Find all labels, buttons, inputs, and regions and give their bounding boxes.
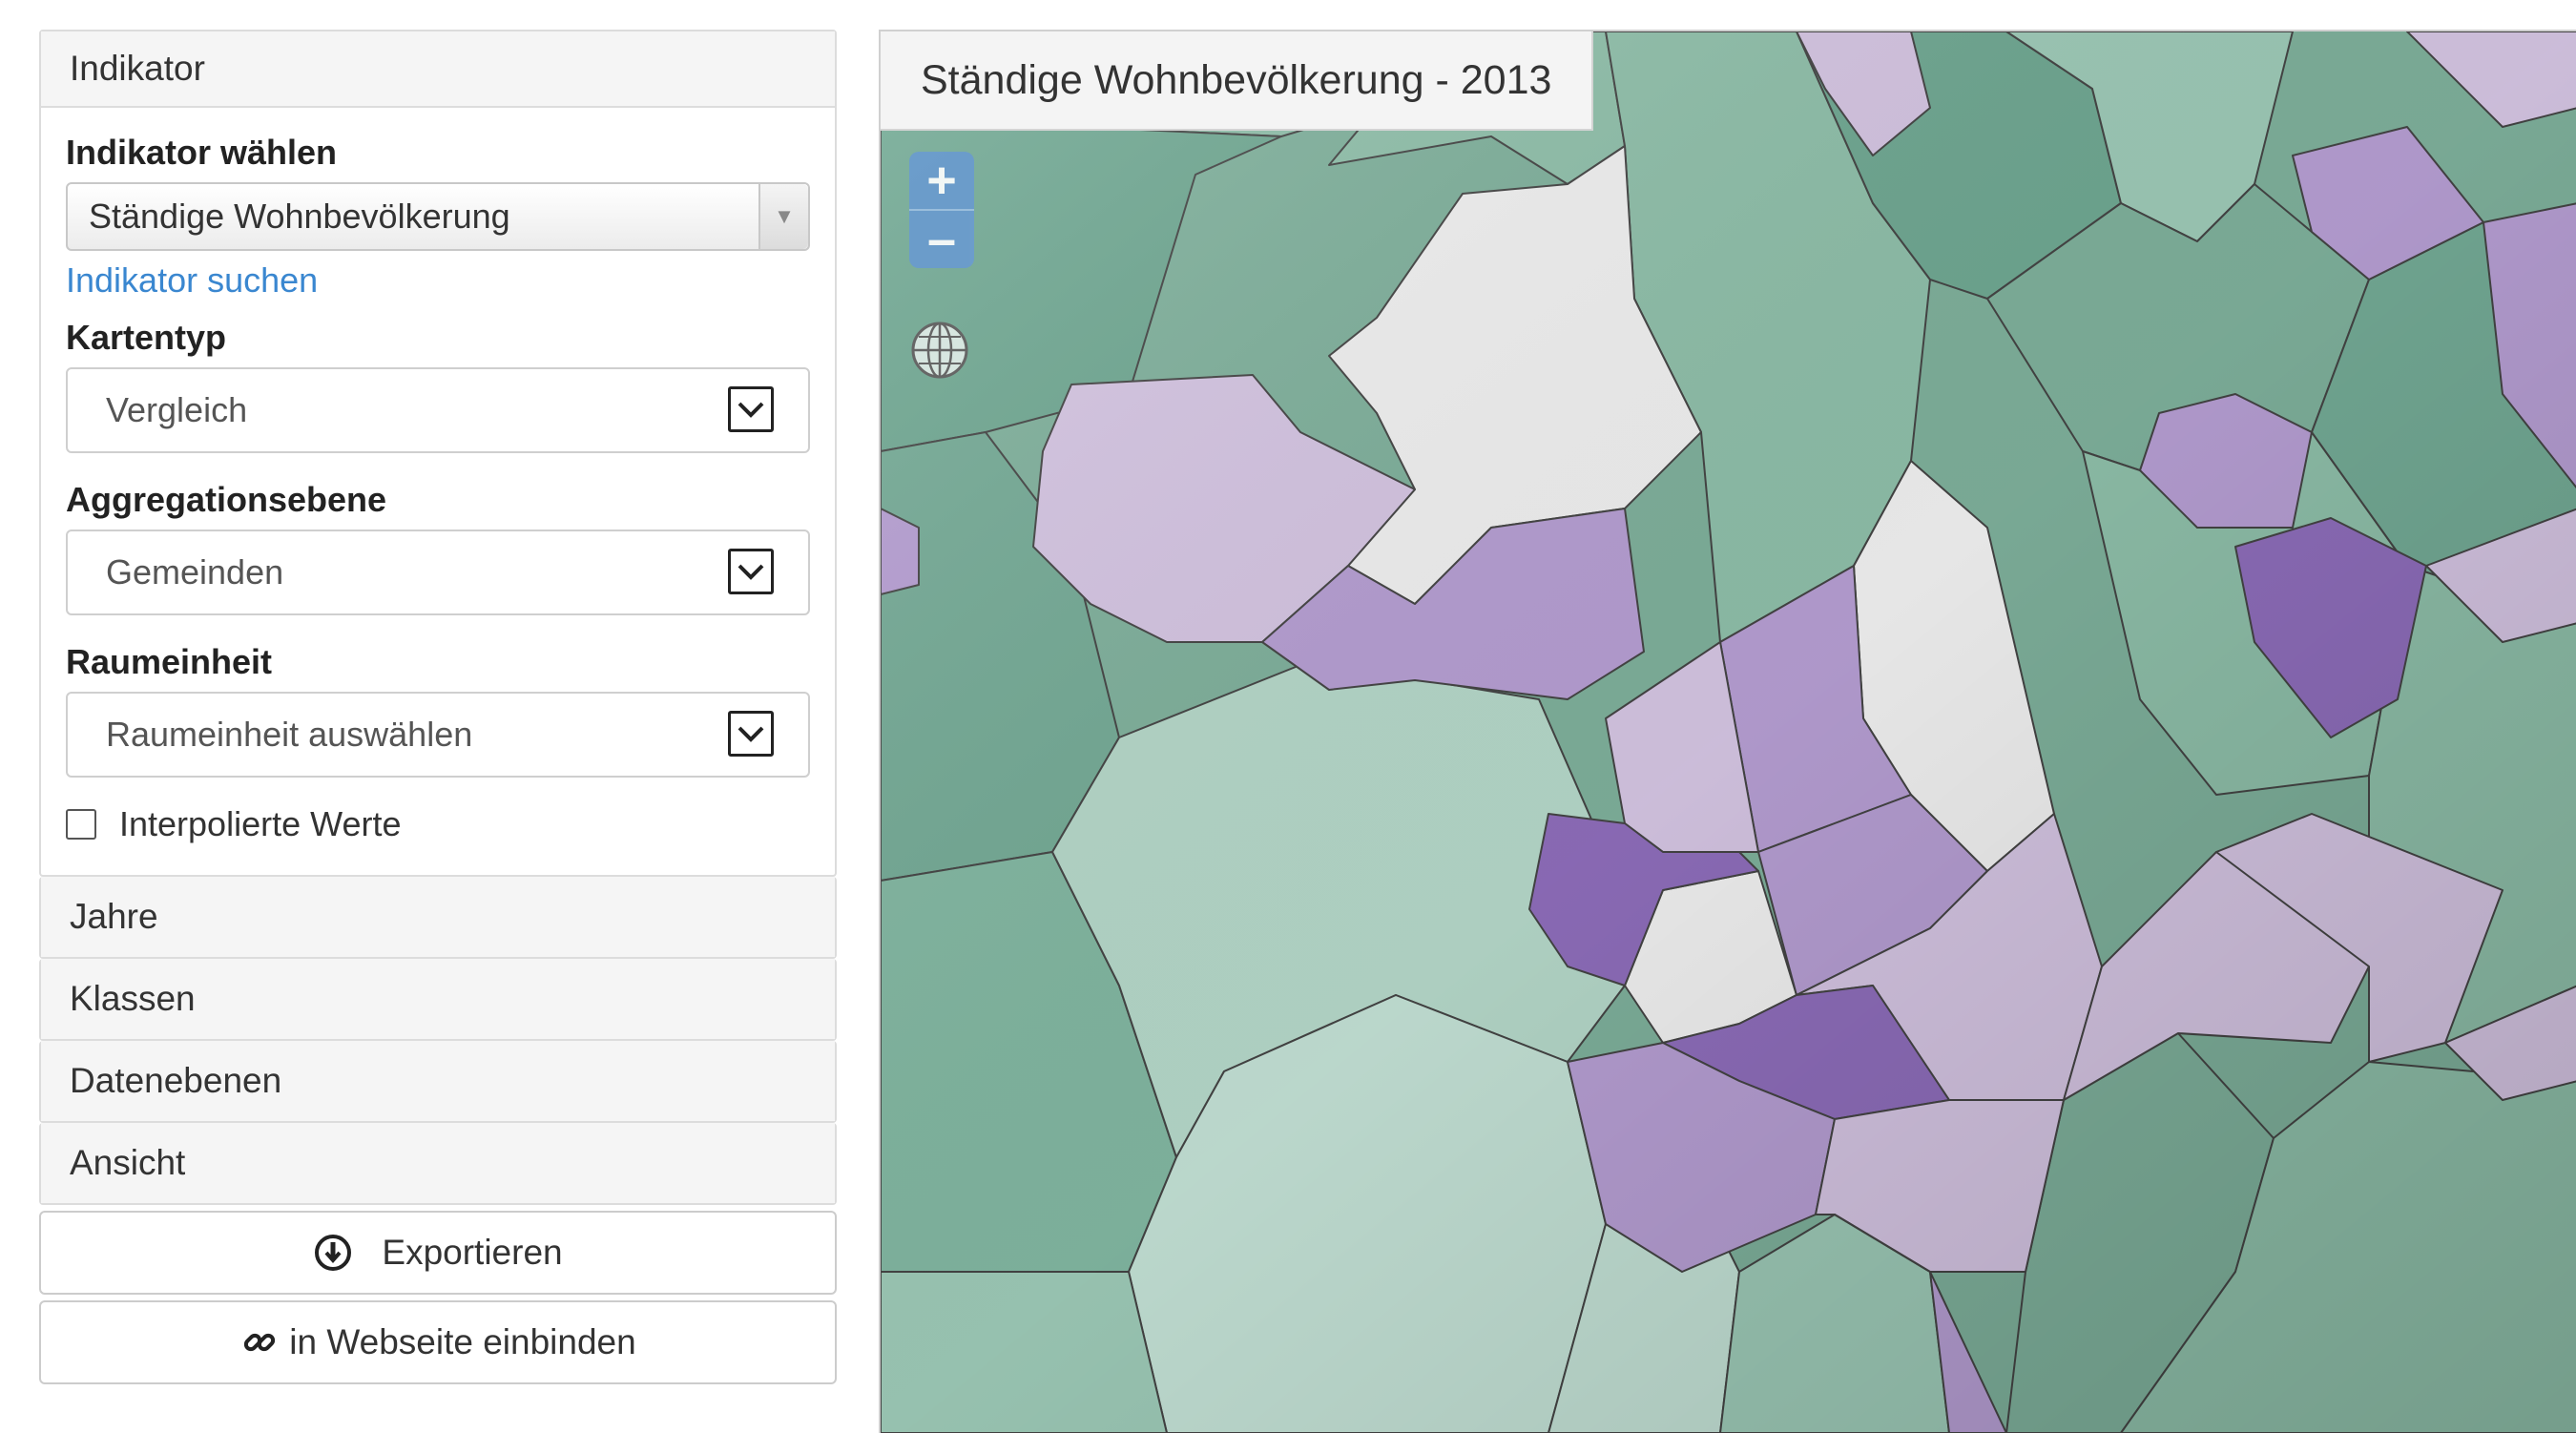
data-layers-panel: Datenebenen (39, 1041, 837, 1123)
aggregation-select[interactable]: Gemeinden (66, 530, 810, 615)
aggregation-label: Aggregationsebene (66, 480, 387, 519)
view-panel: Ansicht (39, 1123, 837, 1205)
panel-heading-data-layers[interactable]: Datenebenen (41, 1041, 835, 1121)
zoom-control: + – (909, 152, 974, 268)
export-button-label: Exportieren (382, 1233, 563, 1272)
spatial-unit-label: Raumeinheit (66, 642, 273, 681)
embed-button-label: in Webseite einbinden (289, 1322, 636, 1361)
export-icon (313, 1233, 353, 1273)
zoom-out-icon[interactable]: – (909, 211, 974, 268)
dropdown-arrow-icon[interactable] (728, 711, 774, 757)
zoom-in-icon[interactable]: + (909, 152, 974, 211)
dropdown-arrow-icon[interactable] (728, 386, 774, 432)
spatial-unit-select[interactable]: Raumeinheit auswählen (66, 692, 810, 778)
map-type-value: Vergleich (106, 390, 248, 429)
interpolated-values-label: Interpolierte Werte (119, 804, 402, 843)
indicator-label: Indikator wählen (66, 133, 338, 172)
map-view[interactable]: Ständige Wohnbevölkerung - 2013 + – (879, 30, 2576, 1433)
spatial-unit-value: Raumeinheit auswählen (106, 715, 473, 754)
indicator-search-link[interactable]: Indikator suchen (66, 260, 810, 301)
export-button[interactable]: Exportieren (39, 1211, 837, 1295)
choropleth-map[interactable] (881, 31, 2576, 1433)
indicator-select[interactable]: Ständige Wohnbevölkerung ▼ (66, 182, 810, 251)
indicator-panel: Indikator Indikator wählen Ständige Wohn… (39, 30, 837, 877)
aggregation-value: Gemeinden (106, 552, 284, 592)
link-icon (239, 1322, 280, 1362)
panel-heading-classes[interactable]: Klassen (41, 959, 835, 1039)
map-title: Ständige Wohnbevölkerung - 2013 (881, 31, 1594, 131)
sidebar: Indikator Indikator wählen Ständige Wohn… (39, 30, 837, 1384)
years-panel: Jahre (39, 877, 837, 959)
panel-heading-indicator[interactable]: Indikator (41, 31, 835, 108)
globe-icon[interactable] (909, 320, 970, 381)
hillshade-overlay (881, 31, 2576, 1433)
indicator-panel-body: Indikator wählen Ständige Wohnbevölkerun… (41, 108, 835, 875)
panel-heading-years[interactable]: Jahre (41, 877, 835, 957)
indicator-select-value: Ständige Wohnbevölkerung (89, 197, 510, 236)
panel-heading-view[interactable]: Ansicht (41, 1123, 835, 1203)
chevron-down-icon[interactable]: ▼ (758, 184, 808, 249)
interpolated-values-checkbox[interactable] (66, 809, 96, 840)
embed-button[interactable]: in Webseite einbinden (39, 1300, 837, 1384)
map-type-select[interactable]: Vergleich (66, 367, 810, 453)
map-type-label: Kartentyp (66, 318, 227, 357)
interpolated-values-row[interactable]: Interpolierte Werte (66, 804, 810, 844)
dropdown-arrow-icon[interactable] (728, 549, 774, 594)
classes-panel: Klassen (39, 959, 837, 1041)
